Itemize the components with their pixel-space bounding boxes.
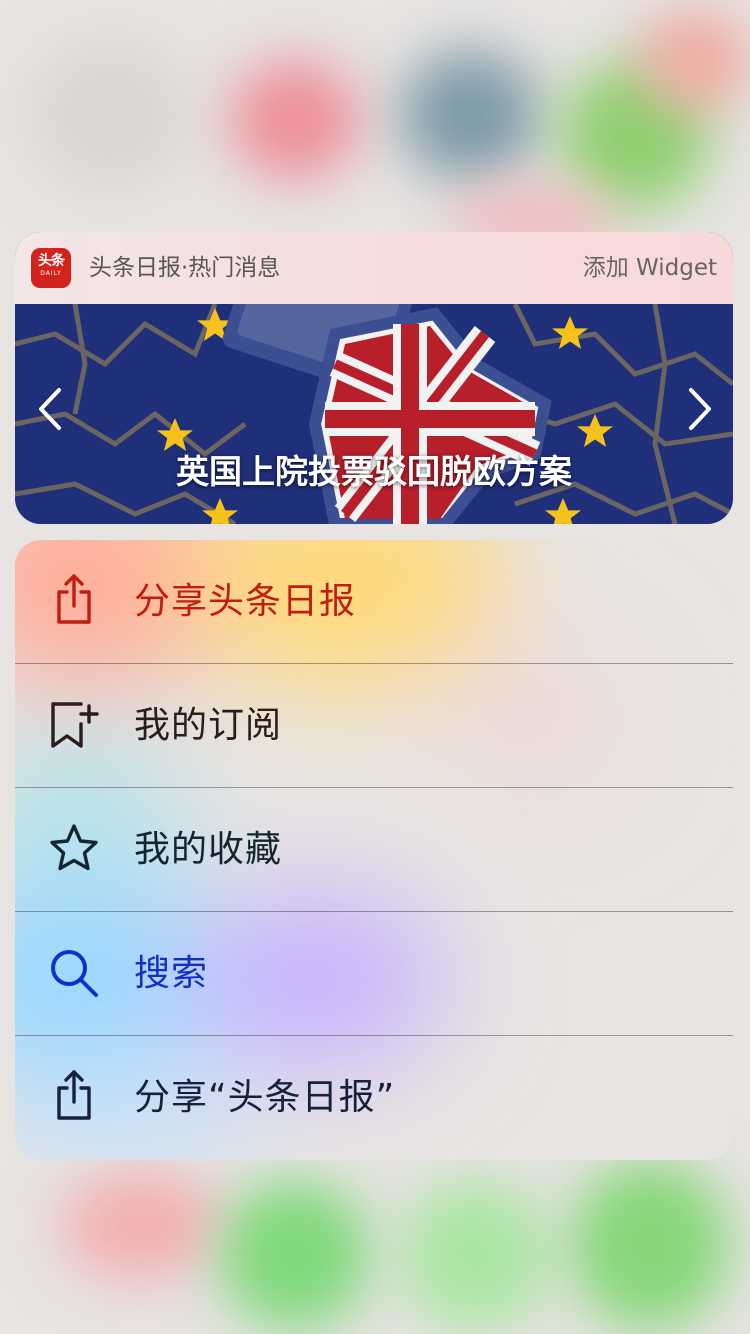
bookmark-add-icon: [45, 696, 103, 754]
widget-title: 头条日报·热门消息: [89, 255, 281, 281]
add-widget-button[interactable]: 添加 Widget: [583, 252, 717, 284]
search-icon: [45, 944, 103, 1002]
menu-item-subscriptions[interactable]: 我的订阅: [15, 664, 733, 788]
widget-header: 头条 DAILY 头条日报·热门消息 添加 Widget: [15, 232, 733, 304]
next-arrow-icon[interactable]: [679, 386, 719, 432]
menu-item-favorites[interactable]: 我的收藏: [15, 788, 733, 912]
star-icon: [45, 820, 103, 878]
menu-item-label: 我的收藏: [134, 829, 283, 870]
menu-item-search[interactable]: 搜索: [15, 912, 733, 1036]
menu-item-share-system[interactable]: 分享“头条日报”: [15, 1036, 733, 1160]
menu-item-share-app[interactable]: 分享头条日报: [15, 540, 733, 664]
share-icon: [45, 1068, 103, 1126]
app-icon-subtext: DAILY: [40, 270, 62, 277]
app-icon-text: 头条: [38, 253, 65, 269]
menu-item-label: 分享“头条日报”: [134, 1077, 396, 1118]
previous-arrow-icon[interactable]: [31, 386, 71, 432]
headline-image[interactable]: 英国上院投票驳回脱欧方案: [15, 304, 733, 524]
menu-item-label: 搜索: [134, 953, 209, 994]
menu-item-label: 我的订阅: [134, 705, 283, 746]
menu-item-label: 分享头条日报: [134, 581, 357, 622]
app-icon: 头条 DAILY: [31, 248, 71, 288]
quick-action-menu: 分享头条日报 我的订阅 我的收藏 搜索 分享“头条日报”: [15, 540, 733, 1160]
news-widget[interactable]: 头条 DAILY 头条日报·热门消息 添加 Widget 英国上院投票驳回脱欧方…: [15, 232, 733, 524]
share-icon: [45, 572, 103, 630]
headline-title[interactable]: 英国上院投票驳回脱欧方案: [15, 452, 733, 492]
